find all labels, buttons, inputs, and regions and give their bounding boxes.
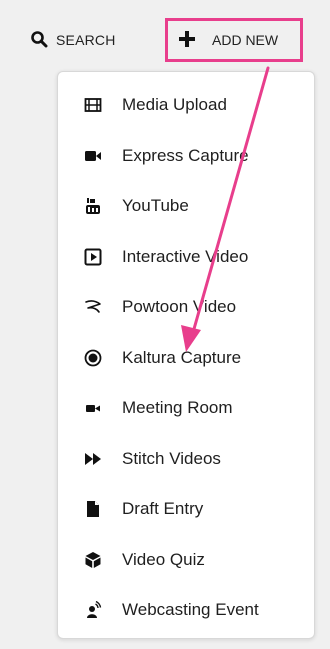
menu-item-powtoon-video[interactable]: Powtoon Video [58, 282, 314, 333]
menu-item-label: Stitch Videos [122, 448, 221, 468]
menu-item-youtube[interactable]: YouTube [58, 181, 314, 232]
menu-item-kaltura-capture[interactable]: Kaltura Capture [58, 333, 314, 384]
youtube-icon [84, 197, 102, 215]
menu-item-label: Draft Entry [122, 499, 204, 519]
powtoon-icon [84, 298, 102, 316]
menu-item-label: Media Upload [122, 95, 227, 115]
top-toolbar: SEARCH ADD NEW [0, 0, 330, 80]
search-button[interactable]: SEARCH [30, 26, 116, 54]
add-new-button[interactable]: ADD NEW [165, 18, 303, 62]
menu-item-label: Interactive Video [122, 246, 249, 266]
menu-item-label: Webcasting Event [122, 600, 259, 620]
record-circle-icon [84, 349, 102, 367]
menu-item-draft-entry[interactable]: Draft Entry [58, 484, 314, 535]
file-icon [84, 500, 102, 518]
menu-item-label: Express Capture [122, 145, 249, 165]
menu-item-label: YouTube [122, 196, 189, 216]
menu-item-label: Powtoon Video [122, 297, 237, 317]
plus-icon [178, 30, 196, 51]
menu-item-interactive-video[interactable]: Interactive Video [58, 232, 314, 283]
fast-forward-icon [84, 450, 102, 468]
play-square-icon [84, 248, 102, 266]
search-icon [30, 30, 48, 51]
menu-item-label: Kaltura Capture [122, 347, 242, 367]
meeting-camera-icon [84, 399, 102, 417]
search-label: SEARCH [56, 32, 116, 48]
broadcast-user-icon [84, 601, 102, 619]
menu-item-webcasting-event[interactable]: Webcasting Event [58, 585, 314, 636]
menu-item-video-quiz[interactable]: Video Quiz [58, 535, 314, 586]
video-camera-icon [84, 147, 102, 165]
cube-icon [84, 551, 102, 569]
menu-list: Media Upload Express Capture YouTube Int… [58, 72, 314, 636]
menu-item-express-capture[interactable]: Express Capture [58, 131, 314, 182]
film-icon [84, 96, 102, 114]
menu-item-label: Video Quiz [122, 549, 205, 569]
menu-item-stitch-videos[interactable]: Stitch Videos [58, 434, 314, 485]
menu-item-meeting-room[interactable]: Meeting Room [58, 383, 314, 434]
menu-item-label: Meeting Room [122, 398, 233, 418]
add-new-dropdown-menu: Media Upload Express Capture YouTube Int… [57, 71, 315, 639]
menu-item-media-upload[interactable]: Media Upload [58, 80, 314, 131]
add-new-label: ADD NEW [212, 32, 279, 48]
